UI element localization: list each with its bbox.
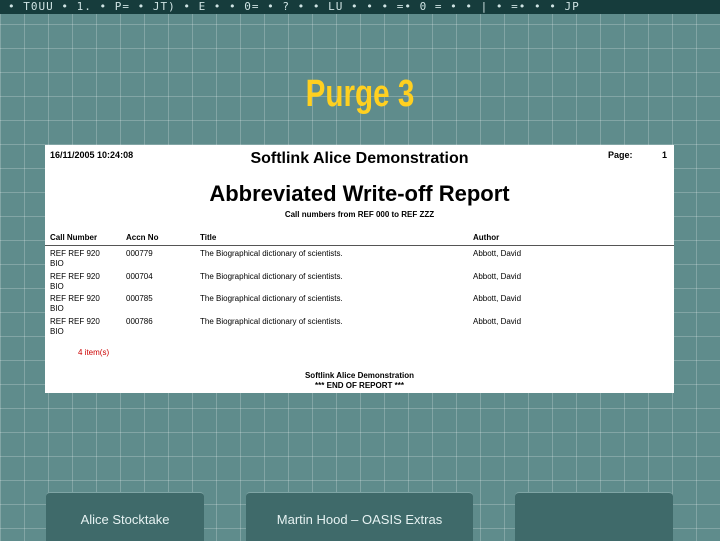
header-title: Title [200, 233, 217, 242]
item-count: 4 item(s) [78, 348, 110, 357]
top-banner-text: • T0UU • 1. • P= • JT) • E • • 0= • ? • … [8, 0, 580, 13]
row-accn-no: 000785 [126, 294, 153, 303]
report-range: Call numbers from REF 000 to REF ZZZ [284, 210, 435, 219]
row-title: The Biographical dictionary of scientist… [200, 249, 343, 258]
row-author: Abbott, David [473, 294, 522, 303]
header-author: Author [473, 233, 500, 242]
report-footer-organization: Softlink Alice Demonstration [304, 371, 415, 380]
row-accn-no: 000786 [126, 316, 153, 326]
report-end-marker: *** END OF REPORT *** [315, 381, 404, 390]
header-call-number: Call Number [50, 233, 98, 242]
row-author: Abbott, David [473, 316, 522, 326]
row-bio: BIO [50, 304, 64, 313]
footer-right-box [515, 492, 673, 541]
row-accn-no: 000779 [126, 249, 153, 258]
row-bio: BIO [50, 281, 64, 291]
row-accn-no: 000704 [126, 271, 153, 281]
report-column-headers: Call Number Accn No Title Author [45, 233, 674, 246]
report-title: Abbreviated Write-off Report [209, 181, 510, 206]
footer-center-box: Martin Hood – OASIS Extras [246, 492, 473, 541]
row-call-number: REF REF 920 [50, 249, 100, 258]
row-author: Abbott, David [473, 271, 522, 281]
header-accn-no: Accn No [126, 233, 159, 242]
footer-left-box: Alice Stocktake [46, 492, 204, 541]
top-banner: • T0UU • 1. • P= • JT) • E • • 0= • ? • … [0, 0, 720, 14]
row-bio: BIO [50, 326, 64, 336]
footer-left-text: Alice Stocktake [80, 512, 170, 527]
table-row: REF REF 920 BIO 000786 The Biographical … [45, 315, 674, 338]
report-organization: Softlink Alice Demonstration [250, 150, 469, 167]
row-author: Abbott, David [473, 249, 522, 258]
slide-title: Purge 3 [305, 73, 415, 115]
report-rows: REF REF 920 BIO 000779 The Biographical … [45, 247, 674, 337]
report-screenshot: 16/11/2005 10:24:08 Page: 1 Softlink Ali… [45, 145, 674, 393]
row-call-number: REF REF 920 [50, 294, 100, 303]
row-title: The Biographical dictionary of scientist… [200, 271, 343, 281]
table-row: REF REF 920 BIO 000785 The Biographical … [45, 292, 674, 315]
row-title: The Biographical dictionary of scientist… [200, 316, 343, 326]
row-call-number: REF REF 920 [50, 271, 100, 281]
row-bio: BIO [50, 259, 64, 268]
footer-center-text: Martin Hood – OASIS Extras [276, 512, 443, 527]
row-title: The Biographical dictionary of scientist… [200, 294, 343, 303]
table-row: REF REF 920 BIO 000704 The Biographical … [45, 270, 674, 293]
table-row: REF REF 920 BIO 000779 The Biographical … [45, 247, 674, 270]
row-call-number: REF REF 920 [50, 316, 100, 326]
